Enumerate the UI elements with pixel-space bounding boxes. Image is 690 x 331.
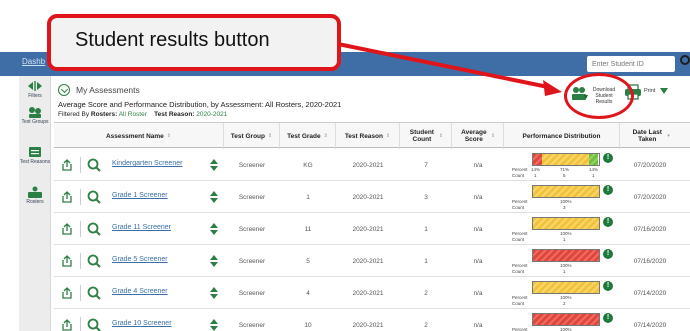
callout-text: Student results button [75,29,270,51]
highlight-circle [564,73,634,119]
callout-box: Student results button [47,14,341,71]
